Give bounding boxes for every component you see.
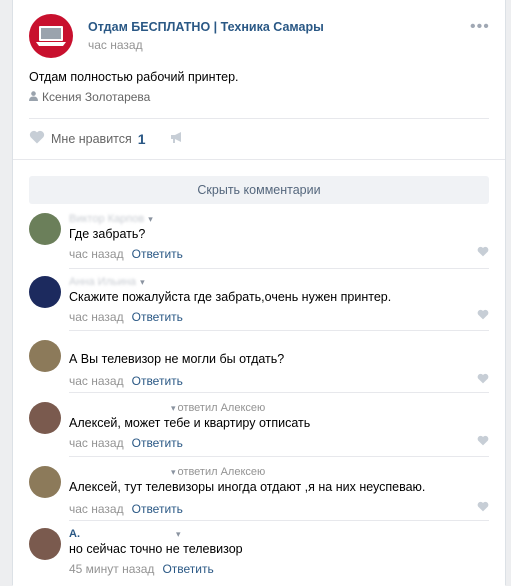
heart-icon[interactable]: [477, 246, 489, 260]
comment-text: но сейчас точно не телевизор: [69, 542, 243, 556]
post-author[interactable]: Ксения Золотарева: [29, 90, 150, 104]
chevron-down-icon[interactable]: ▾: [148, 214, 153, 224]
divider: [69, 330, 489, 331]
reply-button[interactable]: Ответить: [132, 436, 183, 450]
chevron-down-icon[interactable]: ▾: [171, 467, 176, 477]
heart-icon[interactable]: [477, 501, 489, 515]
comment-text: А Вы телевизор не могли бы отдать?: [69, 352, 285, 366]
like-button[interactable]: Мне нравится 1: [29, 130, 181, 150]
like-count: 1: [137, 130, 146, 147]
group-name-link[interactable]: Отдам БЕСПЛАТНО | Техника Самары: [88, 20, 324, 34]
comments-section: Скрыть комментарии Виктор Карпов ▾ Где за…: [13, 159, 505, 586]
heart-icon[interactable]: [477, 373, 489, 387]
author-name[interactable]: Ксения Золотарева: [42, 90, 150, 104]
megaphone-icon[interactable]: [169, 130, 185, 147]
more-options-icon[interactable]: •••: [470, 18, 490, 36]
avatar[interactable]: [29, 276, 61, 308]
post-time[interactable]: час назад: [88, 38, 143, 52]
reply-button[interactable]: Ответить: [132, 247, 183, 261]
chevron-down-icon[interactable]: ▾: [140, 277, 145, 287]
comment-author[interactable]: Виктор Карпов: [69, 213, 144, 225]
reply-button[interactable]: Ответить: [132, 502, 183, 516]
post-card: Отдам БЕСПЛАТНО | Техника Самары час наз…: [12, 0, 506, 586]
hide-comments-button[interactable]: Скрыть комментарии: [29, 176, 489, 204]
avatar[interactable]: [29, 340, 61, 372]
comment-text: Алексей, может тебе и квартиру отписать: [69, 416, 311, 430]
divider: [29, 118, 489, 119]
reply-button[interactable]: Ответить: [132, 310, 183, 324]
divider: [69, 392, 489, 393]
comment-time[interactable]: час назад: [69, 374, 124, 388]
heart-icon: [29, 130, 45, 147]
reply-button[interactable]: Ответить: [162, 562, 213, 576]
divider: [69, 268, 489, 269]
avatar[interactable]: [29, 528, 61, 560]
comment-time[interactable]: 45 минут назад: [69, 562, 154, 576]
chevron-down-icon[interactable]: ▾: [171, 403, 176, 413]
comment-text: Алексей, тут телевизоры иногда отдают ,я…: [69, 480, 426, 494]
comment-text: Скажите пожалуйста где забрать,очень нуж…: [69, 290, 392, 304]
divider: [69, 520, 489, 521]
comment-author[interactable]: А.: [69, 528, 80, 540]
group-avatar[interactable]: [29, 14, 73, 58]
heart-icon[interactable]: [477, 435, 489, 449]
comment-time[interactable]: час назад: [69, 310, 124, 324]
comment-text: Где забрать?: [69, 227, 146, 241]
heart-icon[interactable]: [477, 309, 489, 323]
avatar[interactable]: [29, 402, 61, 434]
comment-time[interactable]: час назад: [69, 247, 124, 261]
divider: [69, 456, 489, 457]
chevron-down-icon[interactable]: ▾: [176, 529, 181, 539]
post-text: Отдам полностью рабочий принтер.: [29, 70, 239, 84]
avatar[interactable]: [29, 213, 61, 245]
comment-time[interactable]: час назад: [69, 502, 124, 516]
reply-button[interactable]: Ответить: [132, 374, 183, 388]
user-icon: [29, 90, 38, 104]
reply-to-label[interactable]: ответил Алексею: [178, 402, 266, 414]
like-label: Мне нравится: [51, 131, 132, 146]
avatar[interactable]: [29, 466, 61, 498]
reply-to-label[interactable]: ответил Алексею: [178, 466, 266, 478]
comment-author[interactable]: Анна Ильина: [69, 276, 136, 288]
comment-time[interactable]: час назад: [69, 436, 124, 450]
laptop-icon: [36, 26, 66, 46]
